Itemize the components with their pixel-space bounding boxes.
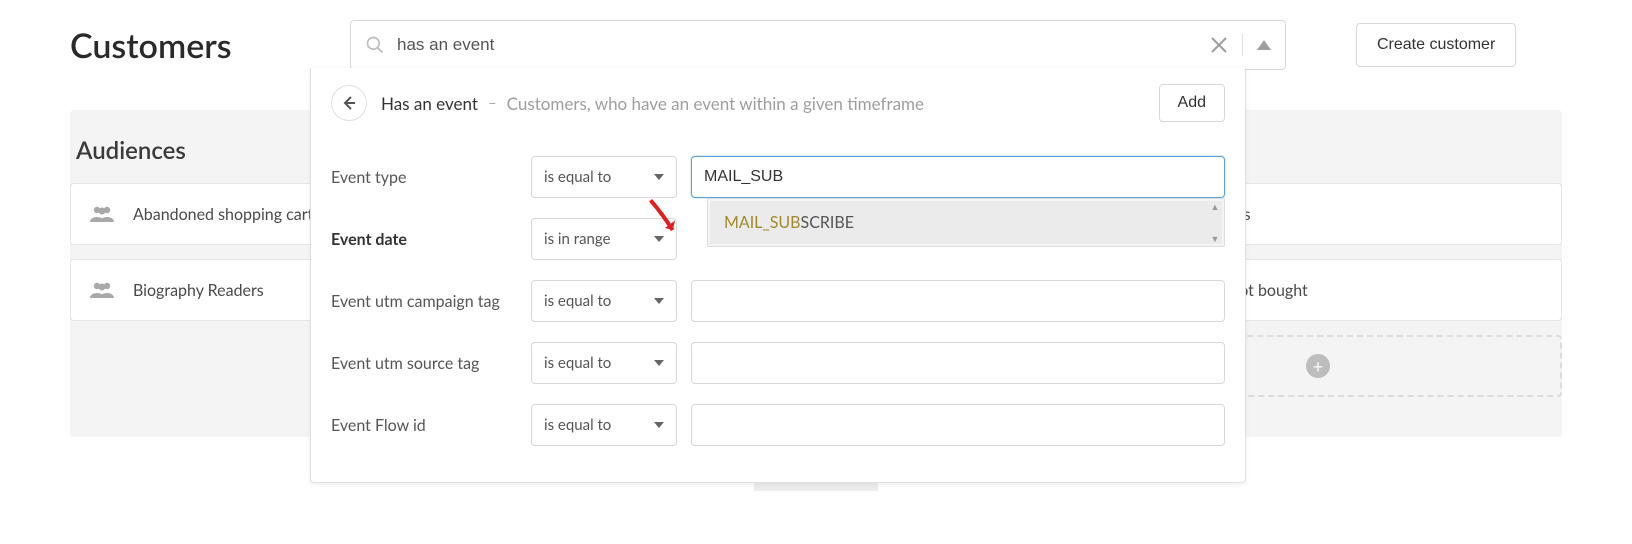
search-icon — [365, 35, 385, 55]
clear-search-icon[interactable] — [1210, 36, 1228, 54]
scroll-up-icon: ▲ — [1211, 201, 1220, 212]
filter-label: Event date — [331, 230, 517, 249]
filter-label: Event utm source tag — [331, 354, 517, 373]
operator-value: is equal to — [544, 416, 611, 434]
popover-description: Customers, who have an event within a gi… — [507, 93, 924, 114]
filter-label: Event type — [331, 168, 517, 187]
chevron-down-icon — [654, 174, 664, 180]
operator-select[interactable]: is equal to — [531, 280, 677, 322]
autocomplete-rest: SCRIBE — [801, 213, 854, 232]
plus-icon: + — [1306, 354, 1330, 378]
operator-select[interactable]: is equal to — [531, 342, 677, 384]
chevron-down-icon — [654, 236, 664, 242]
search-container[interactable] — [350, 20, 1286, 70]
collapse-icon[interactable] — [1257, 40, 1271, 50]
filter-popover: Has an event – Customers, who have an ev… — [310, 68, 1246, 483]
flow-id-input[interactable] — [691, 404, 1225, 446]
divider — [1242, 34, 1243, 56]
search-input[interactable] — [397, 35, 1210, 55]
filter-label: Event Flow id — [331, 416, 517, 435]
scrollbar[interactable]: ▲ ▼ — [1208, 201, 1222, 244]
operator-value: is equal to — [544, 292, 611, 310]
create-customer-button[interactable]: Create customer — [1356, 23, 1516, 67]
scroll-down-icon: ▼ — [1211, 233, 1220, 244]
dash: – — [488, 94, 497, 112]
people-icon — [89, 280, 115, 300]
operator-select[interactable]: is equal to — [531, 156, 677, 198]
back-button[interactable] — [331, 85, 367, 121]
operator-select[interactable]: is in range — [531, 218, 677, 260]
operator-value: is in range — [544, 230, 611, 248]
add-filter-button[interactable]: Add — [1159, 84, 1225, 122]
filter-label: Event utm campaign tag — [331, 292, 517, 311]
chevron-down-icon — [654, 360, 664, 366]
chevron-down-icon — [654, 298, 664, 304]
people-icon — [89, 204, 115, 224]
event-type-input[interactable] — [691, 156, 1225, 198]
audience-label: Biography Readers — [133, 281, 264, 300]
popover-breadcrumb: Has an event — [381, 93, 478, 114]
operator-value: is equal to — [544, 168, 611, 186]
page-title: Customers — [70, 25, 310, 66]
operator-select[interactable]: is equal to — [531, 404, 677, 446]
autocomplete-dropdown: MAIL_SUBSCRIBE ▲ ▼ — [707, 198, 1225, 247]
utm-source-input[interactable] — [691, 342, 1225, 384]
chevron-down-icon — [654, 422, 664, 428]
autocomplete-item[interactable]: MAIL_SUBSCRIBE — [710, 201, 1222, 244]
autocomplete-matched: MAIL_SUB — [724, 213, 801, 232]
utm-campaign-input[interactable] — [691, 280, 1225, 322]
operator-value: is equal to — [544, 354, 611, 372]
